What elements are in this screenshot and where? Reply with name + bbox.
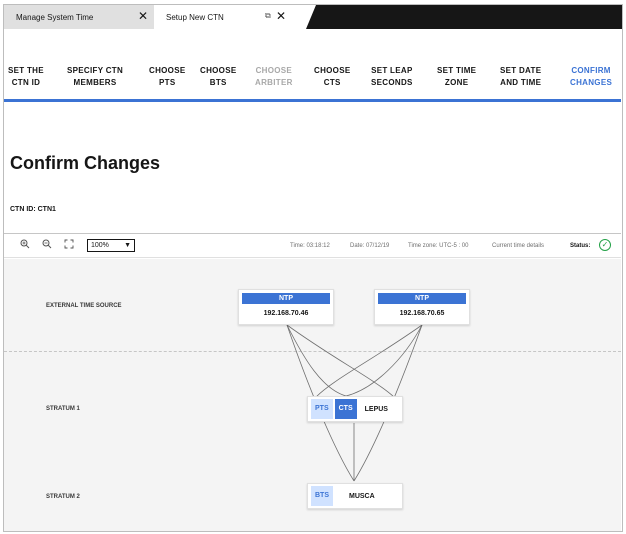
step-set-ctn-id[interactable]: SET THE CTN ID — [8, 65, 44, 89]
server-name: MUSCA — [349, 492, 375, 500]
step-label: CHOOSE — [149, 66, 186, 75]
launch-icon[interactable]: ⧉ — [265, 11, 271, 21]
step-label: CHOOSE — [200, 66, 237, 75]
link-ntp1-lepus — [286, 324, 347, 397]
caret-down-icon: ▼ — [124, 242, 131, 249]
step-label: CTN ID — [11, 78, 41, 87]
zoom-select[interactable]: 100% ▼ — [87, 239, 135, 252]
zoom-out-icon[interactable] — [42, 239, 52, 252]
role-badge-bts: BTS — [311, 486, 333, 506]
time-readout: Time: 03:18:12 — [290, 243, 330, 249]
active-step-indicator — [4, 99, 621, 102]
fit-to-screen-icon[interactable] — [64, 239, 74, 252]
topology-toolbar: 100% ▼ Time: 03:18:12 Date: 07/12/19 Tim… — [4, 234, 621, 258]
step-choose-pts[interactable]: CHOOSE PTS — [149, 65, 185, 89]
step-label: CHOOSE — [255, 66, 293, 75]
step-specify-ctn-members[interactable]: SPECIFY CTN MEMBERS — [67, 65, 123, 89]
wizard-steps: SET THE CTN ID SPECIFY CTN MEMBERS CHOOSE P… — [4, 29, 622, 103]
step-set-leap-seconds[interactable]: SET LEAP SECONDS — [371, 65, 413, 89]
ntp-node[interactable]: NTP 192.168.70.65 — [374, 289, 470, 325]
link-ntp2-lepus-inner — [315, 324, 423, 398]
ctn-id-label: CTN ID: CTN1 — [10, 206, 56, 213]
tab-setup-new-ctn[interactable]: Setup New CTN ⧉ ✕ — [154, 5, 316, 29]
step-choose-bts[interactable]: CHOOSE BTS — [200, 65, 236, 89]
close-icon[interactable]: ✕ — [138, 9, 148, 23]
topology-canvas: EXTERNAL TIME SOURCE STRATUM 1 STRATUM 2… — [4, 259, 621, 531]
step-label: CHOOSE — [314, 66, 351, 75]
tab-strip: Manage System Time ✕ Setup New CTN ⧉ ✕ — [4, 5, 622, 29]
date-readout: Date: 07/12/19 — [350, 243, 390, 249]
current-time-details-link[interactable]: Current time details — [492, 243, 544, 249]
step-label: AND TIME — [500, 78, 542, 87]
timezone-readout: Time zone: UTC-5 : 00 — [408, 243, 469, 249]
tab-label: Setup New CTN — [166, 12, 224, 22]
step-set-time-zone[interactable]: SET TIME ZONE — [437, 65, 476, 89]
step-label: SET TIME — [437, 66, 477, 75]
step-label: SET LEAP — [371, 66, 413, 75]
server-name: LEPUS — [364, 405, 388, 413]
tab-manage-system-time[interactable]: Manage System Time ✕ — [4, 5, 164, 29]
step-label: CHANGES — [570, 78, 613, 87]
step-label: SET DATE — [500, 66, 542, 75]
ntp-ip: 192.168.70.65 — [399, 310, 445, 317]
step-confirm-changes[interactable]: CONFIRM CHANGES — [570, 65, 612, 89]
app-window: Manage System Time ✕ Setup New CTN ⧉ ✕ S… — [3, 4, 623, 532]
page-title: Confirm Changes — [10, 153, 161, 173]
status-label: Status: — [570, 243, 591, 249]
step-label: CTS — [323, 78, 341, 87]
server-node-lepus[interactable]: PTS CTS LEPUS — [307, 396, 403, 422]
zoom-in-icon[interactable] — [20, 239, 30, 252]
ntp-ip: 192.168.70.46 — [263, 310, 309, 317]
role-badge-cts: CTS — [334, 399, 357, 419]
tab-label: Manage System Time — [16, 12, 94, 22]
step-set-date-and-time[interactable]: SET DATE AND TIME — [500, 65, 541, 89]
step-choose-cts[interactable]: CHOOSE CTS — [314, 65, 350, 89]
ntp-node[interactable]: NTP 192.168.70.46 — [238, 289, 334, 325]
step-label: SECONDS — [371, 78, 413, 87]
close-icon[interactable]: ✕ — [276, 9, 286, 23]
step-label: PTS — [159, 78, 176, 87]
ntp-header: NTP — [242, 293, 330, 304]
role-badge-pts: PTS — [311, 399, 333, 419]
link-ntp2-lepus — [345, 324, 423, 397]
step-label: ZONE — [444, 78, 469, 87]
link-ntp1-lepus-inner — [286, 324, 395, 398]
zoom-value: 100% — [91, 242, 109, 249]
step-label: MEMBERS — [73, 78, 117, 87]
server-node-musca[interactable]: BTS MUSCA — [307, 483, 403, 509]
ntp-header: NTP — [378, 293, 466, 304]
checkmark-icon: ✓ — [599, 239, 611, 251]
step-label: SET THE — [8, 66, 44, 75]
step-choose-arbiter: CHOOSE ARBITER — [255, 65, 293, 89]
step-label: ARBITER — [255, 78, 293, 87]
step-label: SPECIFY CTN — [67, 66, 124, 75]
step-label: CONFIRM — [571, 66, 611, 75]
step-label: BTS — [209, 78, 227, 87]
